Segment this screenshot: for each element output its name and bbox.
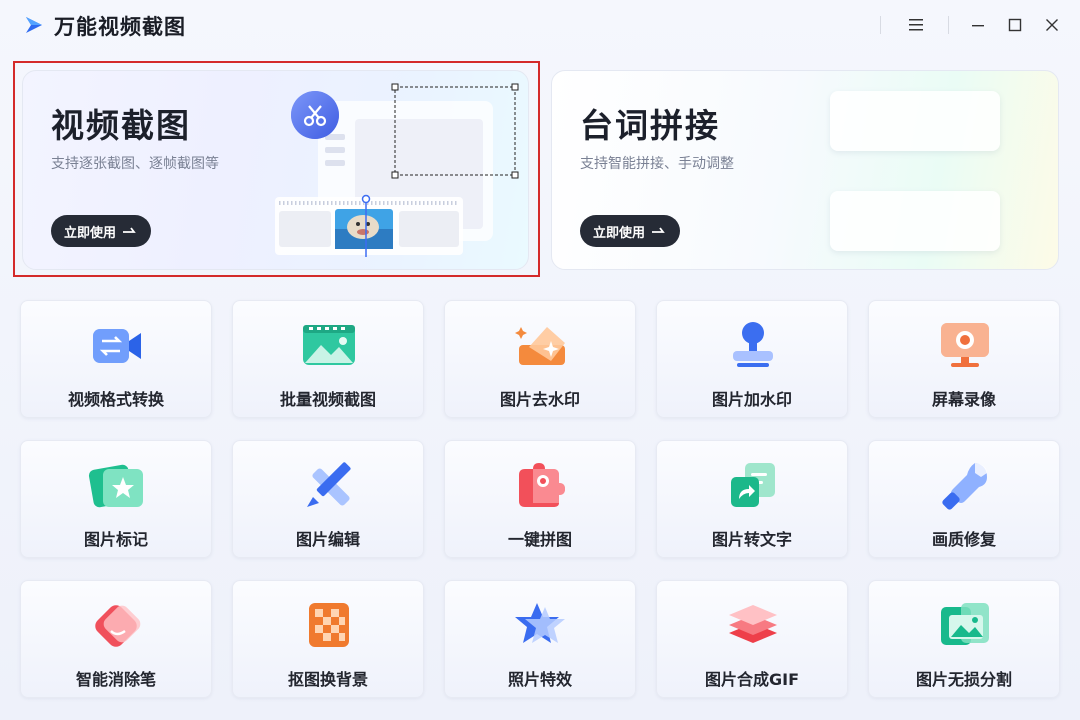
use-now-button[interactable]: 立即使用 [51, 215, 151, 247]
tool-label: 图片无损分割 [915, 670, 1012, 689]
video-screenshot-illustration [275, 83, 519, 257]
maximize-button[interactable] [997, 8, 1033, 42]
cutout-background-icon [309, 603, 349, 647]
tool-label: 图片去水印 [499, 390, 580, 409]
tool-card-video-convert[interactable]: 视频格式转换 [20, 300, 212, 418]
tool-label: 图片转文字 [711, 530, 792, 549]
remove-watermark-icon [515, 327, 565, 365]
app-logo-icon [26, 17, 42, 33]
tool-card-image-edit[interactable]: 图片编辑 [232, 440, 424, 558]
use-now-label: 立即使用 [63, 225, 116, 241]
tool-label: 图片标记 [83, 530, 148, 549]
image-mark-icon [88, 464, 143, 508]
tool-card-image-mark[interactable]: 图片标记 [20, 440, 212, 558]
arrow-right-icon [652, 227, 665, 233]
subtitle-panel-top [830, 91, 1000, 151]
add-watermark-icon [733, 322, 773, 367]
feature-title: 视频截图 [51, 106, 191, 145]
tool-card-batch-screenshot[interactable]: 批量视频截图 [232, 300, 424, 418]
tool-card-screen-record[interactable]: 屏幕录像 [868, 300, 1060, 418]
feature-desc: 支持智能拼接、手动调整 [580, 156, 734, 172]
gif-compose-icon [729, 605, 777, 643]
close-icon [1046, 19, 1058, 31]
menu-button[interactable] [898, 8, 934, 42]
tool-label: 照片特效 [507, 670, 572, 689]
titlebar-divider [948, 16, 949, 34]
tool-card-quality-repair[interactable]: 画质修复 [868, 440, 1060, 558]
tool-label: 一键拼图 [507, 530, 572, 549]
menu-icon [909, 19, 923, 31]
tool-card-gif-compose[interactable]: 图片合成GIF [656, 580, 848, 698]
tool-label: 图片合成GIF [704, 670, 800, 689]
arrow-right-icon [123, 227, 136, 233]
tool-card-image-split[interactable]: 图片无损分割 [868, 580, 1060, 698]
tool-card-add-watermark[interactable]: 图片加水印 [656, 300, 848, 418]
title-bar: 万能视频截图 [0, 0, 1080, 50]
tool-label: 屏幕录像 [931, 390, 996, 409]
video-convert-icon [93, 329, 141, 363]
app-title: 万能视频截图 [54, 15, 186, 39]
screen-record-icon [941, 323, 989, 367]
feature-desc: 支持逐张截图、逐帧截图等 [51, 156, 219, 172]
tool-card-remove-watermark[interactable]: 图片去水印 [444, 300, 636, 418]
feature-title: 台词拼接 [580, 106, 720, 145]
minimize-icon [972, 25, 984, 27]
titlebar-divider [880, 16, 881, 34]
tool-label: 抠图换背景 [287, 670, 368, 689]
use-now-button[interactable]: 立即使用 [580, 215, 680, 247]
subtitle-panel-bottom [830, 191, 1000, 251]
image-edit-icon [307, 462, 351, 507]
use-now-label: 立即使用 [592, 225, 645, 241]
eraser-pen-icon [95, 605, 141, 647]
tool-label: 图片编辑 [295, 530, 360, 549]
feature-card-video-screenshot[interactable]: 视频截图 支持逐张截图、逐帧截图等 立即使用 [22, 70, 529, 270]
tool-label: 画质修复 [931, 530, 996, 549]
quality-repair-icon [942, 463, 987, 510]
image-split-icon [941, 603, 989, 645]
tool-label: 智能消除笔 [75, 670, 156, 689]
image-to-text-icon [731, 463, 775, 507]
tool-card-puzzle[interactable]: 一键拼图 [444, 440, 636, 558]
tool-label: 批量视频截图 [279, 390, 376, 409]
minimize-button[interactable] [960, 8, 996, 42]
tool-card-image-to-text[interactable]: 图片转文字 [656, 440, 848, 558]
tool-card-eraser-pen[interactable]: 智能消除笔 [20, 580, 212, 698]
tool-label: 视频格式转换 [67, 390, 164, 409]
maximize-icon [1008, 18, 1022, 32]
feature-card-subtitle-merge[interactable]: 台词拼接 支持智能拼接、手动调整 立即使用 [551, 70, 1059, 270]
tool-label: 图片加水印 [711, 390, 792, 409]
photo-effect-icon [515, 603, 565, 643]
tool-card-photo-effect[interactable]: 照片特效 [444, 580, 636, 698]
batch-screenshot-icon [303, 325, 355, 365]
puzzle-icon [519, 463, 565, 507]
tool-card-cutout-background[interactable]: 抠图换背景 [232, 580, 424, 698]
close-button[interactable] [1034, 8, 1070, 42]
